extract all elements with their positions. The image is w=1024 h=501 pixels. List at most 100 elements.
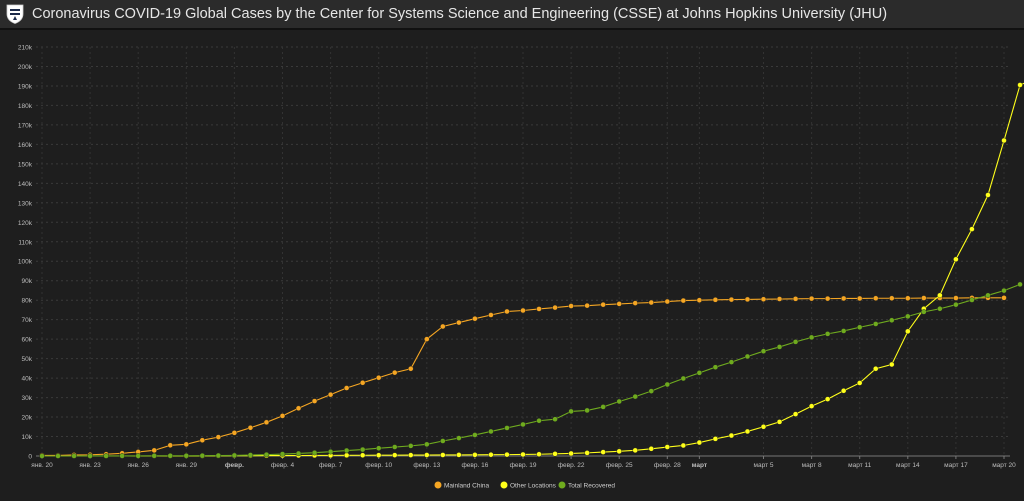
data-point[interactable] bbox=[696, 370, 703, 376]
data-point[interactable] bbox=[728, 296, 735, 303]
data-point[interactable] bbox=[456, 435, 462, 441]
data-point[interactable] bbox=[392, 444, 398, 450]
data-point[interactable] bbox=[808, 295, 815, 302]
data-point[interactable] bbox=[632, 447, 638, 454]
data-point[interactable] bbox=[824, 396, 831, 402]
data-point[interactable] bbox=[600, 301, 606, 308]
data-point[interactable] bbox=[648, 299, 654, 306]
data-point[interactable] bbox=[600, 404, 606, 410]
data-point[interactable] bbox=[520, 307, 526, 314]
data-point[interactable] bbox=[712, 436, 719, 442]
data-point[interactable] bbox=[151, 453, 157, 459]
data-point[interactable] bbox=[135, 453, 141, 459]
data-point[interactable] bbox=[520, 421, 526, 428]
data-point[interactable] bbox=[119, 453, 125, 459]
data-point[interactable] bbox=[488, 428, 494, 435]
data-point[interactable] bbox=[472, 315, 478, 322]
data-point[interactable] bbox=[199, 452, 206, 459]
data-point[interactable] bbox=[760, 296, 767, 302]
data-point[interactable] bbox=[215, 452, 222, 459]
data-point[interactable] bbox=[424, 452, 430, 458]
data-point[interactable] bbox=[231, 452, 238, 459]
data-point[interactable] bbox=[728, 432, 735, 439]
data-point[interactable] bbox=[616, 448, 622, 455]
data-point[interactable] bbox=[183, 441, 190, 448]
data-point[interactable] bbox=[1001, 295, 1007, 301]
data-point[interactable] bbox=[889, 361, 895, 368]
data-point[interactable] bbox=[664, 298, 670, 305]
data-point[interactable] bbox=[953, 295, 959, 301]
data-point[interactable] bbox=[905, 313, 911, 320]
data-point[interactable] bbox=[664, 381, 670, 388]
data-point[interactable] bbox=[568, 408, 574, 415]
data-point[interactable] bbox=[247, 452, 254, 458]
data-point[interactable] bbox=[311, 398, 318, 404]
data-point[interactable] bbox=[969, 226, 975, 232]
data-point[interactable] bbox=[167, 453, 173, 459]
data-point[interactable] bbox=[857, 380, 863, 386]
data-point[interactable] bbox=[680, 442, 687, 449]
data-point[interactable] bbox=[1017, 82, 1023, 88]
data-point[interactable] bbox=[905, 295, 911, 301]
data-point[interactable] bbox=[776, 344, 783, 350]
legend-item[interactable]: Mainland China bbox=[434, 481, 490, 490]
data-point[interactable] bbox=[424, 336, 430, 342]
data-point[interactable] bbox=[263, 451, 270, 458]
data-point[interactable] bbox=[648, 446, 654, 452]
data-point[interactable] bbox=[311, 449, 318, 456]
data-point[interactable] bbox=[151, 447, 157, 454]
data-point[interactable] bbox=[1001, 287, 1007, 294]
data-point[interactable] bbox=[840, 328, 847, 334]
data-point[interactable] bbox=[696, 439, 703, 446]
data-point[interactable] bbox=[343, 452, 350, 458]
data-point[interactable] bbox=[664, 444, 670, 450]
data-point[interactable] bbox=[857, 324, 863, 330]
data-point[interactable] bbox=[824, 331, 831, 337]
data-point[interactable] bbox=[279, 451, 286, 457]
data-point[interactable] bbox=[776, 419, 783, 425]
data-point[interactable] bbox=[568, 450, 574, 457]
data-point[interactable] bbox=[183, 453, 190, 459]
data-point[interactable] bbox=[536, 418, 542, 424]
data-point[interactable] bbox=[921, 295, 927, 301]
data-point[interactable] bbox=[231, 430, 238, 436]
data-point[interactable] bbox=[87, 453, 93, 459]
data-point[interactable] bbox=[376, 375, 382, 381]
data-point[interactable] bbox=[263, 419, 270, 426]
data-point[interactable] bbox=[953, 256, 959, 262]
data-point[interactable] bbox=[824, 295, 831, 302]
data-point[interactable] bbox=[616, 398, 622, 405]
data-point[interactable] bbox=[279, 413, 286, 419]
data-point[interactable] bbox=[1001, 137, 1007, 144]
data-point[interactable] bbox=[744, 296, 751, 303]
data-point[interactable] bbox=[808, 403, 815, 409]
data-point[interactable] bbox=[504, 308, 510, 315]
data-point[interactable] bbox=[359, 446, 366, 453]
data-point[interactable] bbox=[969, 297, 975, 303]
data-point[interactable] bbox=[840, 388, 847, 394]
data-point[interactable] bbox=[343, 385, 350, 391]
data-point[interactable] bbox=[199, 437, 206, 443]
data-point[interactable] bbox=[728, 359, 735, 365]
data-point[interactable] bbox=[327, 449, 334, 455]
data-point[interactable] bbox=[776, 296, 783, 302]
data-point[interactable] bbox=[408, 443, 414, 449]
data-point[interactable] bbox=[616, 301, 622, 307]
data-point[interactable] bbox=[408, 366, 414, 372]
data-point[interactable] bbox=[39, 453, 45, 459]
data-point[interactable] bbox=[1017, 281, 1023, 288]
data-point[interactable] bbox=[359, 380, 366, 386]
data-point[interactable] bbox=[873, 366, 879, 372]
data-point[interactable] bbox=[71, 453, 77, 459]
data-point[interactable] bbox=[520, 451, 526, 458]
data-point[interactable] bbox=[937, 292, 943, 299]
data-point[interactable] bbox=[552, 451, 558, 457]
data-point[interactable] bbox=[985, 292, 991, 299]
data-point[interactable] bbox=[536, 306, 542, 312]
data-point[interactable] bbox=[696, 297, 703, 303]
data-point[interactable] bbox=[552, 304, 558, 311]
data-point[interactable] bbox=[392, 369, 398, 376]
data-point[interactable] bbox=[552, 416, 558, 422]
data-point[interactable] bbox=[584, 407, 590, 414]
data-point[interactable] bbox=[712, 364, 719, 370]
